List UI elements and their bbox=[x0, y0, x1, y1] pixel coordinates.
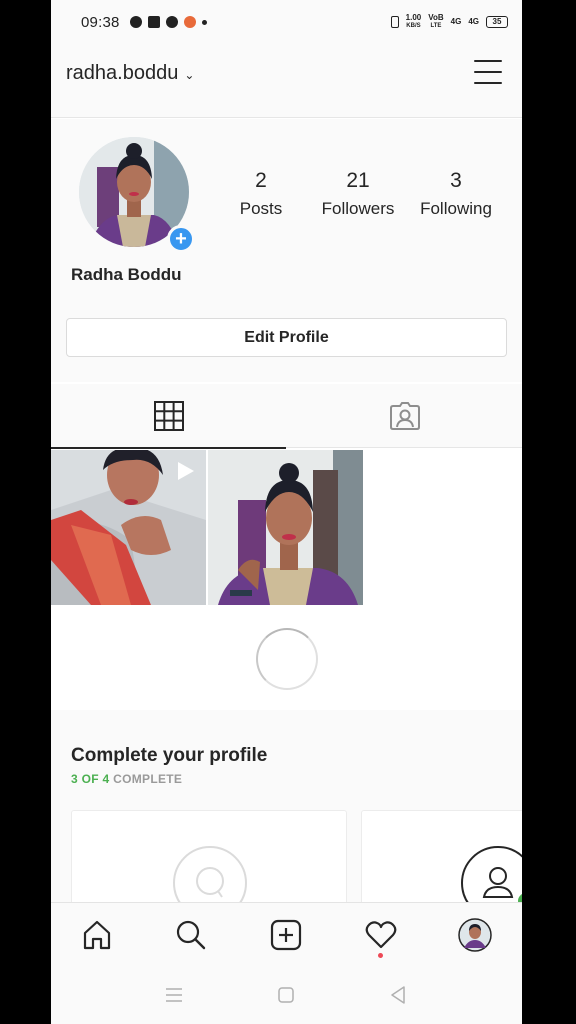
nav-profile[interactable] bbox=[457, 917, 493, 953]
vibrate-icon bbox=[390, 16, 399, 28]
volte-label: VoB bbox=[428, 13, 444, 22]
network-speed-value: 1.00 bbox=[405, 13, 422, 22]
stat-label: Following bbox=[420, 199, 492, 218]
complete-profile-title: Complete your profile bbox=[71, 745, 268, 766]
play-icon bbox=[178, 462, 194, 480]
stat-value: 3 bbox=[450, 169, 462, 192]
recent-apps-button[interactable] bbox=[163, 984, 185, 1006]
search-icon bbox=[176, 920, 206, 950]
network-speed-unit: KB/S bbox=[406, 23, 421, 29]
complete-profile-progress: 3 OF 4 COMPLETE bbox=[71, 772, 182, 786]
signal-2-icon: 4G bbox=[468, 17, 479, 26]
volte-indicator: VoB LTE bbox=[428, 14, 443, 30]
stat-following[interactable]: 3 Following bbox=[414, 169, 498, 219]
stat-posts[interactable]: 2 Posts bbox=[233, 169, 289, 219]
app-notification-icon bbox=[165, 16, 178, 28]
stat-label: Posts bbox=[239, 199, 283, 218]
profile-tabs bbox=[51, 384, 522, 449]
posts-grid bbox=[51, 450, 522, 606]
network-speed: 1.00 KB/S bbox=[406, 14, 422, 30]
notification-icons bbox=[129, 16, 207, 28]
battery-level: 35 bbox=[492, 17, 502, 26]
username: radha.boddu bbox=[66, 62, 179, 84]
app-notification-icon bbox=[183, 16, 196, 28]
profile-section: + 2 Posts 21 Followers 3 Following Radha… bbox=[51, 119, 522, 382]
app-notification-icon bbox=[147, 16, 160, 28]
nav-activity[interactable] bbox=[363, 917, 399, 953]
home-system-button[interactable] bbox=[275, 984, 297, 1006]
chevron-down-icon: ⌄ bbox=[184, 67, 195, 82]
square-icon bbox=[278, 987, 294, 1003]
loading-spinner bbox=[256, 628, 318, 690]
home-icon bbox=[83, 920, 111, 950]
edit-profile-button[interactable]: Edit Profile bbox=[66, 318, 507, 357]
app-screen: 09:38 1.00 KB/S VoB LTE 4G 4G 35 radha.b… bbox=[51, 0, 522, 1024]
stat-value: 2 bbox=[255, 169, 267, 192]
back-triangle-icon bbox=[391, 986, 405, 1004]
back-system-button[interactable] bbox=[387, 984, 409, 1006]
avatar-icon bbox=[458, 918, 492, 952]
tab-grid[interactable] bbox=[51, 384, 286, 449]
system-navigation-bar bbox=[51, 966, 522, 1024]
profile-avatar[interactable]: + bbox=[79, 137, 195, 253]
activity-notification-dot bbox=[378, 953, 383, 958]
progress-done: 3 OF 4 bbox=[71, 772, 110, 786]
status-time: 09:38 bbox=[81, 13, 120, 31]
progress-rest: COMPLETE bbox=[109, 772, 183, 786]
tagged-person-icon bbox=[389, 402, 420, 430]
stat-followers[interactable]: 21 Followers bbox=[315, 169, 401, 219]
plus-icon: + bbox=[175, 228, 187, 250]
tab-tagged[interactable] bbox=[287, 384, 522, 448]
stat-value: 21 bbox=[346, 169, 370, 192]
more-notifications-dot-icon bbox=[201, 19, 207, 25]
bottom-navigation bbox=[51, 902, 522, 966]
nav-home[interactable] bbox=[79, 917, 115, 953]
volte-sub-label: LTE bbox=[430, 23, 442, 29]
menu-lines-icon bbox=[166, 988, 182, 1002]
account-switcher[interactable]: radha.boddu ⌄ bbox=[66, 62, 194, 85]
profile-header: radha.boddu ⌄ bbox=[51, 44, 522, 118]
complete-profile-section: Complete your profile 3 OF 4 COMPLETE bbox=[51, 710, 522, 920]
add-story-button[interactable]: + bbox=[167, 225, 195, 253]
grid-icon bbox=[153, 401, 184, 431]
nav-new-post[interactable] bbox=[268, 917, 304, 953]
stat-label: Followers bbox=[321, 199, 395, 218]
hamburger-menu-icon[interactable] bbox=[474, 60, 502, 84]
post-thumbnail[interactable] bbox=[208, 450, 363, 605]
profile-full-name: Radha Boddu bbox=[71, 265, 182, 284]
status-bar: 09:38 1.00 KB/S VoB LTE 4G 4G 35 bbox=[51, 0, 522, 44]
battery-icon: 35 bbox=[486, 16, 508, 28]
nav-search[interactable] bbox=[173, 917, 209, 953]
post-thumbnail[interactable] bbox=[51, 450, 206, 605]
app-notification-icon bbox=[129, 16, 142, 28]
signal-1-icon: 4G bbox=[450, 17, 462, 26]
plus-square-icon bbox=[270, 919, 302, 951]
status-indicators: 1.00 KB/S VoB LTE 4G 4G 35 bbox=[390, 14, 508, 30]
heart-icon bbox=[365, 921, 397, 949]
